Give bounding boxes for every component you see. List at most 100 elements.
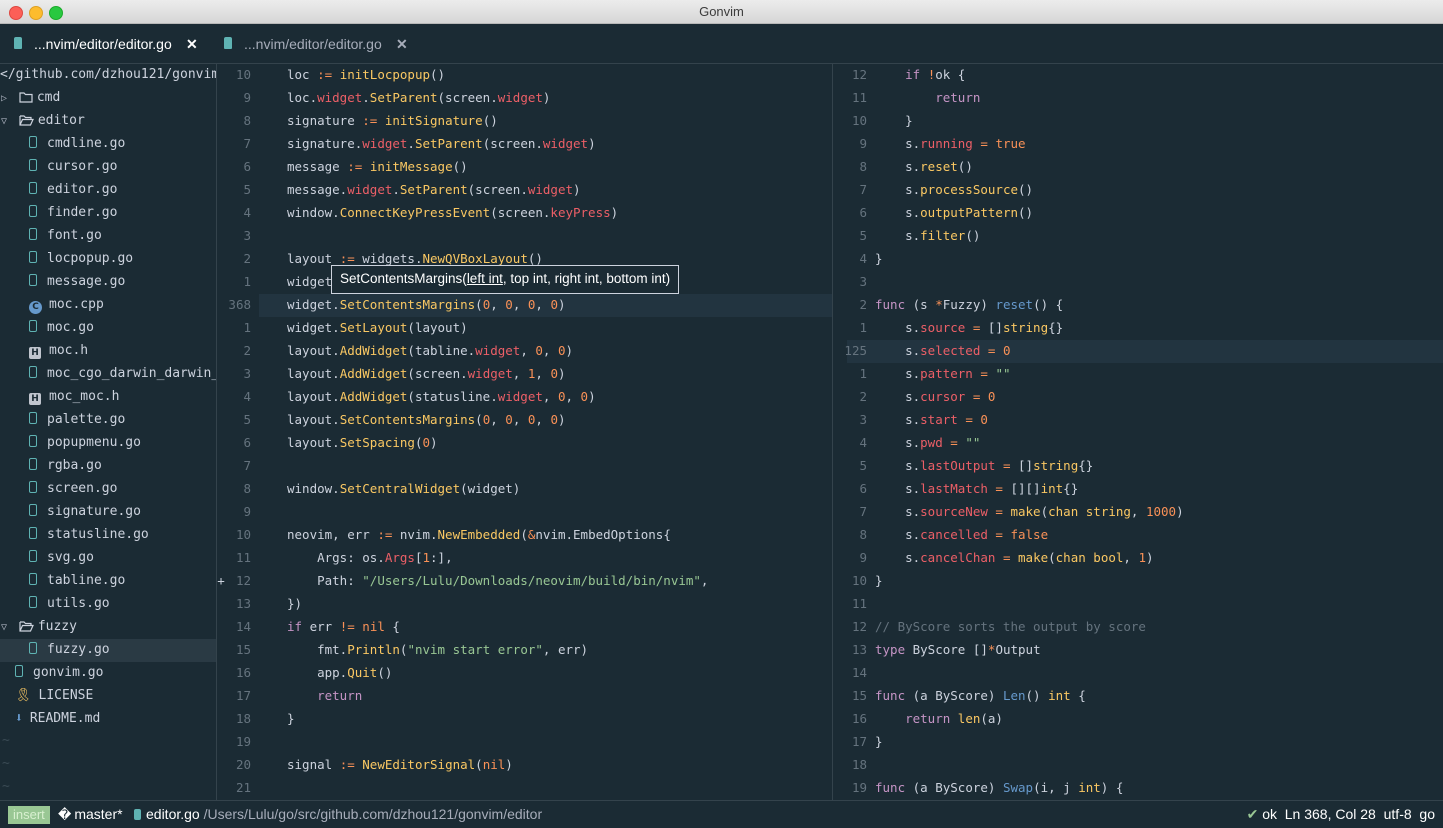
code-line[interactable]: 16 app.Quit() <box>217 662 832 685</box>
code-line[interactable]: 3 <box>217 225 832 248</box>
editor-pane-left[interactable]: 10 loc := initLocpopup() 9 loc.widget.SetPa… <box>217 64 833 800</box>
tree-file[interactable]: screen.go <box>0 478 117 501</box>
code-line[interactable]: 19 func (a ByScore) Swap(i, j int) { <box>833 777 1443 800</box>
code-line[interactable]: 8 window.SetCentralWidget(widget) <box>217 478 832 501</box>
code-line[interactable]: 4 layout.AddWidget(statusline.widget, 0, … <box>217 386 832 409</box>
code-line[interactable]: 6 layout.SetSpacing(0) <box>217 432 832 455</box>
code-line[interactable]: 9 <box>217 501 832 524</box>
code-line[interactable]: 15 func (a ByScore) Len() int { <box>833 685 1443 708</box>
code-line[interactable]: 9 s.cancelChan = make(chan bool, 1) <box>833 547 1443 570</box>
code-line[interactable]: 11 <box>833 593 1443 616</box>
tree-file[interactable]: popupmenu.go <box>0 432 141 455</box>
chevron-down-icon[interactable]: ▽ <box>1 617 11 638</box>
tree-folder-cmd[interactable]: ▷ cmd <box>0 87 60 110</box>
code-line[interactable]: 7 signature.widget.SetParent(screen.widge… <box>217 133 832 156</box>
code-line[interactable]: 14 <box>833 662 1443 685</box>
code-line[interactable]: 3 layout.AddWidget(screen.widget, 1, 0) <box>217 363 832 386</box>
tree-file[interactable]: finder.go <box>0 202 117 225</box>
tree-file[interactable]: palette.go <box>0 409 125 432</box>
tree-file[interactable]: rgba.go <box>0 455 102 478</box>
tree-file[interactable]: message.go <box>0 271 125 294</box>
code-line[interactable]: 8 s.reset() <box>833 156 1443 179</box>
tree-file[interactable]: tabline.go <box>0 570 125 593</box>
code-line[interactable]: 7 s.processSource() <box>833 179 1443 202</box>
code-line[interactable]: 8 signature := initSignature() <box>217 110 832 133</box>
chevron-down-icon[interactable]: ▽ <box>1 111 11 132</box>
code-line[interactable]: 18 <box>833 754 1443 777</box>
code-line[interactable]: 7 <box>217 455 832 478</box>
code-line-current[interactable]: 368 widget.SetContentsMargins(0, 0, 0, 0) <box>228 294 832 317</box>
tree-file[interactable]: Hmoc_moc.h <box>0 386 119 409</box>
code-line[interactable]: 9 s.running = true <box>833 133 1443 156</box>
tree-file[interactable]: Cmoc.cpp <box>0 294 104 317</box>
code-line[interactable]: 6 message := initMessage() <box>217 156 832 179</box>
code-line[interactable]: 14 if err != nil { <box>217 616 832 639</box>
tree-file[interactable]: cmdline.go <box>0 133 125 156</box>
code-line[interactable]: 13}) <box>217 593 832 616</box>
code-line[interactable]: 1 widget.SetLayout(layout) <box>217 317 832 340</box>
code-line[interactable]: 17 return <box>217 685 832 708</box>
code-line[interactable]: 18} <box>217 708 832 731</box>
code-line[interactable]: 16 return len(a) <box>833 708 1443 731</box>
code-line[interactable]: 20 signal := NewEditorSignal(nil) <box>217 754 832 777</box>
git-branch[interactable]: � master* <box>58 801 123 828</box>
minimize-window-button[interactable] <box>29 6 43 20</box>
tree-file[interactable]: 🎗 LICENSE <box>0 685 93 708</box>
code-line[interactable]: 2 func (s *Fuzzy) reset() { <box>833 294 1443 317</box>
tree-file[interactable]: font.go <box>0 225 102 248</box>
code-line[interactable]: 4 window.ConnectKeyPressEvent(screen.keyP… <box>217 202 832 225</box>
code-line[interactable]: 1 s.source = []string{} <box>833 317 1443 340</box>
tree-file[interactable]: moc_cgo_darwin_darwin_a <box>0 363 216 386</box>
tree-file[interactable]: cursor.go <box>0 156 117 179</box>
code-line[interactable]: 17} <box>833 731 1443 754</box>
code-line[interactable]: 10 } <box>833 110 1443 133</box>
code-line[interactable]: 8 s.cancelled = false <box>833 524 1443 547</box>
code-line[interactable]: 3 <box>833 271 1443 294</box>
tree-file[interactable]: locpopup.go <box>0 248 133 271</box>
code-line[interactable]: 3 s.start = 0 <box>833 409 1443 432</box>
tree-file[interactable]: statusline.go <box>0 524 149 547</box>
code-line[interactable]: 1 s.pattern = "" <box>833 363 1443 386</box>
code-line[interactable]: +12 Path: "/Users/Lulu/Downloads/neovim/… <box>217 570 832 593</box>
chevron-right-icon[interactable]: ▷ <box>1 88 11 109</box>
code-line[interactable]: 10} <box>833 570 1443 593</box>
code-line-current[interactable]: 125 s.selected = 0 <box>844 340 1443 363</box>
code-line[interactable]: 2 layout.AddWidget(tabline.widget, 0, 0) <box>217 340 832 363</box>
tree-file[interactable]: editor.go <box>0 179 117 202</box>
tree-folder-editor[interactable]: ▽ editor <box>0 110 85 133</box>
code-line[interactable]: 13 type ByScore []*Output <box>833 639 1443 662</box>
tree-file[interactable]: ⬇ README.md <box>0 708 100 731</box>
code-line[interactable]: 11 Args: os.Args[1:], <box>217 547 832 570</box>
close-icon[interactable]: ✕ <box>396 24 408 64</box>
tree-file[interactable]: moc.go <box>0 317 94 340</box>
editor-pane-right[interactable]: 12 if !ok {11 return 10 } 9 s.running = tr… <box>833 64 1443 800</box>
code-line[interactable]: 6 s.lastMatch = [][]int{} <box>833 478 1443 501</box>
code-line[interactable]: 4 s.pwd = "" <box>833 432 1443 455</box>
code-line[interactable]: 10 loc := initLocpopup() <box>217 64 832 87</box>
close-window-button[interactable] <box>9 6 23 20</box>
code-line[interactable]: 5 s.filter() <box>833 225 1443 248</box>
code-line[interactable]: 5 message.widget.SetParent(screen.widget) <box>217 179 832 202</box>
tree-file[interactable]: Hmoc.h <box>0 340 88 363</box>
tree-file[interactable]: utils.go <box>0 593 110 616</box>
tab-editor-go-2[interactable]: ...nvim/editor/editor.go ✕ <box>210 24 423 63</box>
code-line[interactable]: 2 s.cursor = 0 <box>833 386 1443 409</box>
zoom-window-button[interactable] <box>49 6 63 20</box>
tree-file[interactable]: signature.go <box>0 501 141 524</box>
code-line[interactable]: 19 <box>217 731 832 754</box>
code-line[interactable]: 11 return <box>833 87 1443 110</box>
code-line[interactable]: 12 if !ok { <box>833 64 1443 87</box>
code-line[interactable]: 21 <box>217 777 832 800</box>
code-line[interactable]: 10 neovim, err := nvim.NewEmbedded(&nvim.… <box>217 524 832 547</box>
tree-file[interactable]: fuzzy.go <box>0 639 216 662</box>
code-line[interactable]: 4} <box>833 248 1443 271</box>
code-line[interactable]: 15 fmt.Println("nvim start error", err) <box>217 639 832 662</box>
code-line[interactable]: 7 s.sourceNew = make(chan string, 1000) <box>833 501 1443 524</box>
code-line[interactable]: 5 s.lastOutput = []string{} <box>833 455 1443 478</box>
tree-file[interactable]: svg.go <box>0 547 94 570</box>
code-line[interactable]: 9 loc.widget.SetParent(screen.widget) <box>217 87 832 110</box>
tree-folder-fuzzy[interactable]: ▽ fuzzy <box>0 616 77 639</box>
code-line[interactable]: 6 s.outputPattern() <box>833 202 1443 225</box>
code-line[interactable]: 5 layout.SetContentsMargins(0, 0, 0, 0) <box>217 409 832 432</box>
tree-file[interactable]: gonvim.go <box>0 662 103 685</box>
